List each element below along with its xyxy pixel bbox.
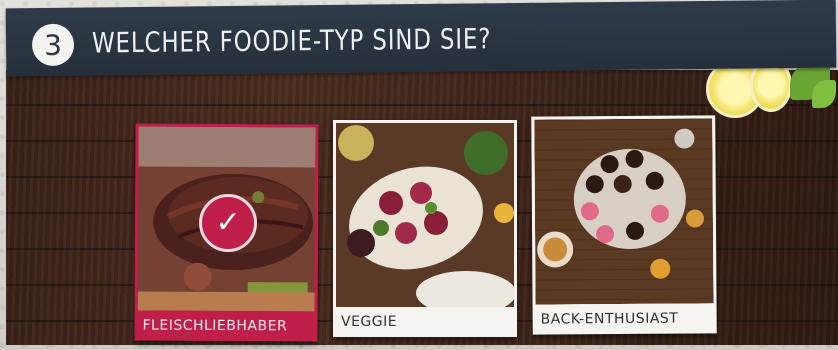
option-card-fleischliebhaber[interactable]: ✓ FLEISCHLIEBHABER bbox=[134, 123, 319, 342]
pastries-image bbox=[534, 118, 714, 305]
baking-photo bbox=[534, 118, 714, 305]
option-label: VEGGIE bbox=[341, 314, 398, 330]
veggie-dish-photo bbox=[336, 123, 514, 307]
option-label: FLEISCHLIEBHABER bbox=[142, 317, 288, 335]
checkmark-icon: ✓ bbox=[198, 193, 258, 253]
question-header: 3 WELCHER FOODIE-TYP SIND SIE? bbox=[5, 0, 837, 77]
step-number-badge: 3 bbox=[31, 23, 75, 67]
option-card-veggie[interactable]: VEGGIE bbox=[333, 120, 517, 337]
option-label: BACK-ENTHUSIAST bbox=[540, 310, 679, 328]
question-title: WELCHER FOODIE-TYP SIND SIE? bbox=[91, 22, 492, 60]
herb-decoration bbox=[812, 80, 836, 108]
veggie-dish-image bbox=[336, 123, 514, 307]
option-card-back-enthusiast[interactable]: BACK-ENTHUSIAST bbox=[531, 115, 717, 335]
